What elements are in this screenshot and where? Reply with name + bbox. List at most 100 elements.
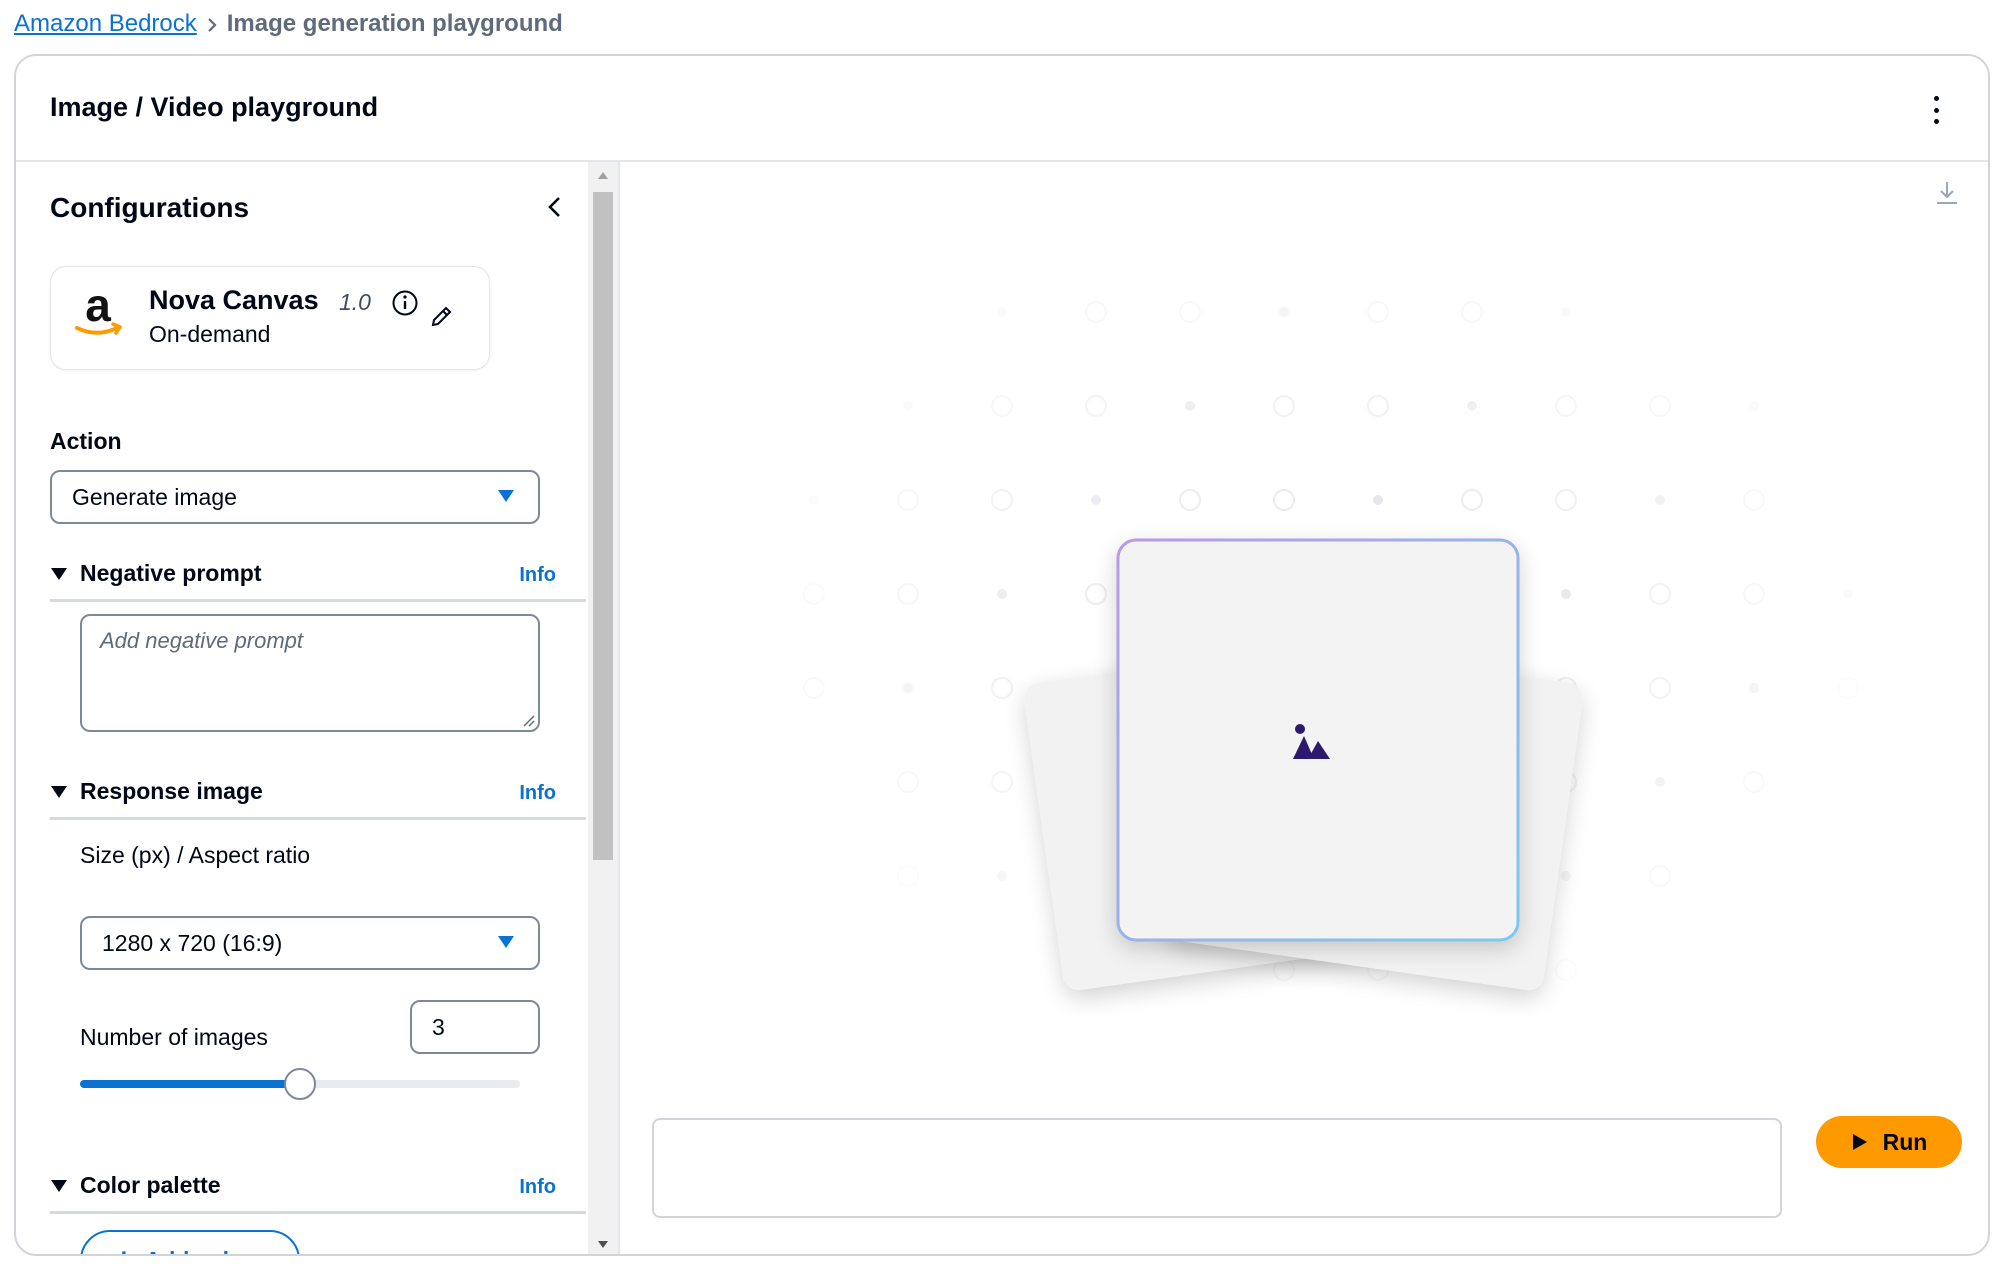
placeholder-card-front <box>1116 538 1520 942</box>
add-colors-button[interactable]: + Add colors <box>80 1230 300 1255</box>
slider-thumb[interactable] <box>284 1068 316 1100</box>
configurations-title: Configurations <box>50 192 250 223</box>
caret-down-icon <box>51 786 67 798</box>
background-dot <box>1467 401 1477 411</box>
background-dot <box>1273 959 1295 981</box>
background-dot <box>997 871 1007 881</box>
background-dot <box>897 771 919 793</box>
canvas-dot-pattern <box>803 301 1859 990</box>
background-dot <box>897 489 919 511</box>
negative-prompt-section-toggle[interactable]: Negative prompt Info <box>50 558 586 602</box>
background-dot <box>1367 395 1389 417</box>
background-dot <box>1555 959 1577 981</box>
number-of-images-label: Number of images <box>80 1024 268 1050</box>
background-dot <box>1649 677 1671 699</box>
model-version: 1.0 <box>339 289 371 315</box>
color-palette-label: Color palette <box>80 1172 221 1198</box>
background-dot <box>1085 583 1107 605</box>
scroll-down-arrow-icon[interactable] <box>597 1240 609 1250</box>
background-dot <box>997 589 1007 599</box>
placeholder-card-stack <box>1024 538 1583 990</box>
color-palette-section-toggle[interactable]: Color palette Info <box>50 1170 586 1214</box>
background-dot <box>1085 301 1107 323</box>
background-dot <box>1743 771 1765 793</box>
page-title: Image / Video playground <box>50 92 379 122</box>
pencil-edit-icon[interactable] <box>427 303 455 331</box>
chevron-left-icon[interactable] <box>542 194 568 220</box>
color-palette-info-link[interactable]: Info <box>519 1176 556 1199</box>
negative-prompt-info-link[interactable]: Info <box>519 564 556 587</box>
background-dot <box>1373 495 1383 505</box>
background-dot <box>1461 489 1483 511</box>
playground-container: Image / Video playground Configurations … <box>14 54 1990 1256</box>
scrollbar-thumb[interactable] <box>593 192 613 860</box>
background-dot <box>1749 683 1759 693</box>
background-dot <box>1743 489 1765 511</box>
background-dot <box>1561 307 1571 317</box>
background-dot <box>903 683 913 693</box>
scroll-up-arrow-icon[interactable] <box>597 170 609 180</box>
kebab-menu-icon[interactable] <box>1930 96 1942 124</box>
breadcrumb: Amazon Bedrock Image generation playgrou… <box>14 8 563 40</box>
add-colors-label: Add colors <box>145 1247 265 1255</box>
run-button[interactable]: Run <box>1816 1116 1962 1168</box>
configurations-panel: Configurations a Nova Canvas 1.0 On-dema… <box>16 162 588 1255</box>
background-dot <box>897 865 919 887</box>
background-dot <box>1837 677 1859 699</box>
play-icon <box>1852 1134 1867 1150</box>
background-dot <box>1279 307 1289 317</box>
background-dot <box>903 401 913 411</box>
response-image-section-toggle[interactable]: Response image Info <box>50 776 586 820</box>
background-dot <box>1561 871 1571 881</box>
background-dot <box>991 677 1013 699</box>
negative-prompt-label: Negative prompt <box>80 560 262 586</box>
background-dot <box>991 771 1013 793</box>
size-aspect-select[interactable]: 1280 x 720 (16:9) <box>80 916 540 970</box>
action-label: Action <box>50 428 122 454</box>
caret-down-icon <box>51 568 67 580</box>
playground-header: Image / Video playground <box>16 56 1988 162</box>
action-select[interactable]: Generate image <box>50 470 540 524</box>
number-of-images-slider[interactable] <box>80 1062 520 1102</box>
background-dot <box>1461 301 1483 323</box>
background-dot <box>1179 301 1201 323</box>
background-dot <box>1749 401 1759 411</box>
number-of-images-input[interactable]: 3 <box>410 1000 540 1054</box>
background-dot <box>1743 583 1765 605</box>
negative-prompt-placeholder: Add negative prompt <box>100 628 304 653</box>
background-dot <box>1091 495 1101 505</box>
size-aspect-value: 1280 x 720 (16:9) <box>102 929 283 956</box>
info-icon[interactable] <box>391 289 419 317</box>
chevron-right-icon <box>197 10 227 38</box>
resize-grip-icon[interactable] <box>522 714 536 728</box>
background-dot <box>991 489 1013 511</box>
background-dot <box>1655 495 1665 505</box>
background-dot <box>1179 489 1201 511</box>
model-mode: On-demand <box>149 321 271 347</box>
background-dot <box>1273 489 1295 511</box>
size-aspect-label: Size (px) / Aspect ratio <box>80 842 311 868</box>
run-label: Run <box>1882 1128 1928 1155</box>
breadcrumb-amazon-bedrock-link[interactable]: Amazon Bedrock <box>14 10 197 38</box>
negative-prompt-textarea[interactable]: Add negative prompt <box>80 614 540 732</box>
caret-down-icon <box>51 1180 67 1192</box>
caret-down-icon <box>498 936 514 948</box>
background-dot <box>1843 589 1853 599</box>
response-image-label: Response image <box>80 778 263 804</box>
slider-fill <box>80 1080 300 1088</box>
config-scrollbar[interactable] <box>588 162 618 1254</box>
background-dot <box>1273 395 1295 417</box>
plus-icon: + <box>115 1245 133 1255</box>
background-dot <box>809 495 819 505</box>
canvas-area: Run <box>620 162 1988 1254</box>
background-dot <box>803 677 825 699</box>
background-dot <box>803 583 825 605</box>
background-dot <box>1649 395 1671 417</box>
response-image-info-link[interactable]: Info <box>519 782 556 805</box>
model-name: Nova Canvas <box>149 285 319 315</box>
background-dot <box>1555 395 1577 417</box>
background-dot <box>1655 777 1665 787</box>
prompt-input[interactable] <box>652 1118 1782 1218</box>
svg-text:a: a <box>85 283 111 331</box>
background-dot <box>1649 583 1671 605</box>
